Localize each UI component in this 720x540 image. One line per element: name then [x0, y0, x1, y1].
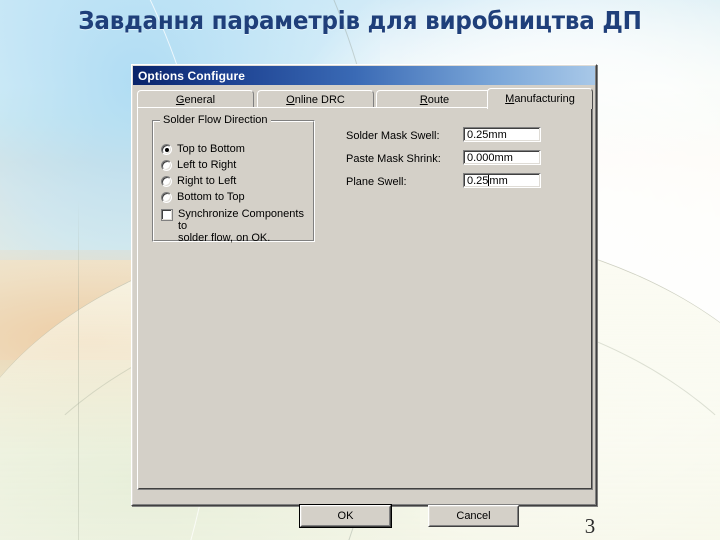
solder-flow-direction-group: Solder Flow Direction Top to Bottom Left… [152, 114, 315, 244]
plane-swell-value-tail: mm [489, 174, 508, 187]
cancel-button-label: Cancel [456, 510, 491, 522]
background-vertical-line [78, 200, 79, 540]
checkbox-label-line1: Synchronize Components to [178, 208, 304, 232]
tab-general[interactable]: General [137, 90, 254, 108]
dialog-titlebar[interactable]: Options Configure [133, 66, 595, 85]
ok-button[interactable]: OK [299, 504, 392, 528]
plane-swell-input[interactable]: 0.25 mm [463, 173, 541, 188]
slide-canvas: Завдання параметрів для виробництва ДП 3… [0, 0, 720, 540]
radio-label: Left to Right [177, 159, 237, 171]
solder-mask-swell-value: 0.25mm [467, 128, 507, 141]
checkbox-label: Synchronize Components to solder flow, o… [178, 208, 314, 244]
solder-mask-swell-input[interactable]: 0.25mm [463, 127, 541, 142]
group-legend: Solder Flow Direction [160, 114, 271, 126]
radio-label: Bottom to Top [177, 191, 245, 203]
radio-indicator-icon [161, 143, 172, 155]
radio-top-to-bottom[interactable]: Top to Bottom [161, 143, 245, 155]
tab-label: Online DRC [286, 93, 345, 106]
synchronize-components-checkbox[interactable]: Synchronize Components to solder flow, o… [161, 208, 314, 244]
tab-manufacturing[interactable]: Manufacturing [487, 88, 593, 109]
plane-swell-label: Plane Swell: [346, 176, 407, 188]
checkbox-label-line2: solder flow, on OK. [178, 232, 271, 244]
paste-mask-shrink-value: 0.000mm [467, 151, 513, 164]
tab-strip: General Online DRC Route Manufacturing [137, 88, 593, 109]
paste-mask-shrink-label: Paste Mask Shrink: [346, 153, 441, 165]
radio-label: Right to Left [177, 175, 237, 187]
cancel-button[interactable]: Cancel [428, 505, 519, 527]
tab-online-drc[interactable]: Online DRC [257, 90, 374, 108]
radio-left-to-right[interactable]: Left to Right [161, 159, 236, 171]
radio-indicator-icon [161, 191, 172, 203]
tab-panel-manufacturing: Solder Flow Direction Top to Bottom Left… [137, 107, 593, 490]
plane-swell-value-head: 0.25 [467, 174, 489, 187]
paste-mask-shrink-input[interactable]: 0.000mm [463, 150, 541, 165]
radio-indicator-icon [161, 175, 172, 187]
page-title: Завдання параметрів для виробництва ДП [78, 6, 642, 35]
tab-label: General [175, 93, 216, 106]
options-configure-dialog: Options Configure General Online DRC Route… [131, 64, 597, 528]
slide-page-number: 3 [584, 516, 596, 534]
dialog-title-text: Options Configure [138, 68, 246, 83]
checkbox-indicator-icon [161, 209, 173, 221]
radio-bottom-to-top[interactable]: Bottom to Top [161, 191, 245, 203]
tab-label: Route [419, 93, 450, 106]
radio-right-to-left[interactable]: Right to Left [161, 175, 236, 187]
tab-route[interactable]: Route [376, 90, 493, 108]
radio-indicator-icon [161, 159, 172, 171]
ok-button-label: OK [337, 510, 354, 522]
radio-label: Top to Bottom [177, 143, 245, 155]
tab-label: Manufacturing [505, 93, 575, 105]
solder-mask-swell-label: Solder Mask Swell: [346, 130, 440, 142]
